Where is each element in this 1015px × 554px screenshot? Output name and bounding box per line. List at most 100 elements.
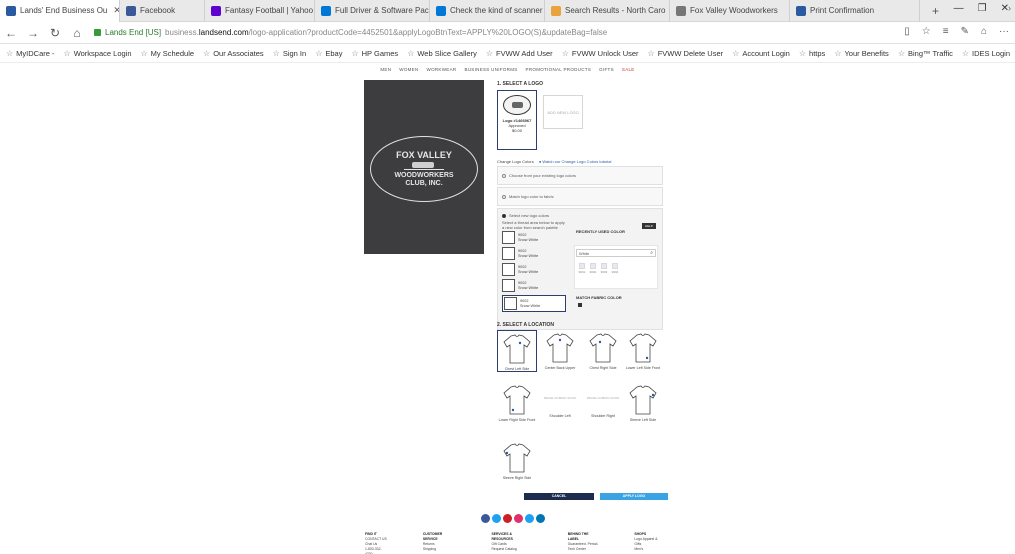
footer-heading: BEHIND THE LABEL (567, 532, 589, 541)
social-icon[interactable] (525, 514, 534, 523)
more-icon[interactable]: ··· (999, 26, 1009, 37)
site-nav-item[interactable]: GIFTS (599, 67, 614, 72)
social-icon[interactable] (536, 514, 545, 523)
star-icon: ☆ (485, 48, 493, 58)
back-icon[interactable]: ← (0, 26, 22, 40)
browser-tab[interactable]: Print Confirmation (790, 0, 920, 22)
star-icon: ☆ (647, 48, 655, 58)
new-tab-button[interactable]: + (920, 4, 951, 18)
tab-bar: Lands' End Business Ou ✕ Facebook Fantasy F… (0, 0, 1015, 22)
favorite-link[interactable]: ☆ IDES Login (962, 49, 1010, 58)
option-match-fabric[interactable]: Match logo color to fabric (497, 187, 663, 206)
site-nav-item[interactable]: WOMEN (399, 67, 418, 72)
color-chip[interactable]: 9004 (611, 263, 619, 274)
thread-swatch[interactable]: 9002 Snow White (502, 231, 566, 244)
radio-icon[interactable] (502, 194, 506, 199)
favorite-link[interactable]: ☆ Bing™ Traffic (898, 49, 953, 58)
cancel-button[interactable]: CANCEL (524, 493, 594, 500)
thread-swatch[interactable]: 9002 Snow White (502, 263, 566, 276)
color-search-input[interactable]: White ⌕ (576, 249, 656, 257)
option-existing-colors[interactable]: Choose from your existing logo colors (497, 166, 663, 185)
footer-link[interactable]: Tech Center (568, 547, 601, 552)
chevron-right-icon[interactable]: › (1008, 3, 1011, 13)
match-fabric-checkbox[interactable] (578, 303, 582, 307)
browser-tab[interactable]: Check the kind of scanner c (430, 0, 545, 22)
favorite-link[interactable]: ☆ FVWW Add User (486, 49, 553, 58)
footer-link[interactable]: Shipping (423, 547, 458, 552)
browser-tab[interactable]: Fox Valley Woodworkers (670, 0, 790, 22)
hub-icon[interactable]: ≡ (943, 26, 949, 37)
site-nav-item[interactable]: SALE (622, 67, 635, 72)
favorite-link[interactable]: ☆ https (799, 49, 825, 58)
location-option[interactable]: Sleeve Right Side (497, 440, 537, 480)
social-icon[interactable] (503, 514, 512, 523)
thread-swatch[interactable]: 9002 Snow White (502, 279, 566, 292)
logo-options-panel: 1. SELECT A LOGO Logo #1466967 Approved … (497, 80, 663, 330)
add-logo-tile[interactable]: ADD NEW LOGO (543, 95, 583, 129)
location-option[interactable]: Lower Right Side Front (497, 382, 537, 422)
location-option[interactable]: Lower Left Side Front (623, 330, 663, 370)
notes-icon[interactable]: ✎ (961, 26, 969, 37)
apply-logo-button[interactable]: APPLY LOGO (600, 493, 668, 500)
location-label: Sleeve Right Side (502, 476, 532, 480)
favorite-link[interactable]: ☆ HP Games (351, 49, 398, 58)
favorite-link[interactable]: ☆ FVWW Unlock User (562, 49, 639, 58)
site-nav-item[interactable]: MEN (380, 67, 391, 72)
color-chip[interactable]: 9001 (578, 263, 586, 274)
tutorial-link[interactable]: ● Watch our Change Logo Colors tutorial (539, 159, 612, 164)
site-nav-item[interactable]: BUSINESS UNIFORMS (464, 67, 517, 72)
radio-icon[interactable] (502, 173, 506, 178)
favorite-link[interactable]: ☆ MyIDCare - (6, 49, 55, 58)
social-icon[interactable] (492, 514, 501, 523)
favorite-link[interactable]: ☆ Ebay (315, 49, 342, 58)
minimize-icon[interactable]: — (954, 3, 964, 14)
browser-tab[interactable]: Full Driver & Software Packa (315, 0, 430, 22)
star-icon: ☆ (561, 48, 569, 58)
location-option[interactable]: Chest Left Side (497, 330, 537, 372)
browser-tab[interactable]: Facebook (120, 0, 205, 22)
social-icon[interactable] (481, 514, 490, 523)
browser-tab[interactable]: Search Results - North Caro (545, 0, 670, 22)
footer-link[interactable]: 1-800-332-4700 (365, 547, 389, 554)
favorite-link[interactable]: ☆ Workspace Login (64, 49, 132, 58)
star-icon: ☆ (63, 48, 71, 58)
favorite-link[interactable]: ☆ FVWW Delete User (648, 49, 724, 58)
footer-link[interactable]: Logo Apparel & Gifts (634, 537, 665, 547)
footer-link[interactable]: Request Catalog (491, 547, 533, 552)
favorite-link[interactable]: ☆ Sign In (273, 49, 307, 58)
restore-icon[interactable]: ❐ (978, 3, 987, 14)
help-button[interactable]: HELP (642, 223, 656, 229)
chip-swatch (612, 263, 618, 269)
search-icon[interactable]: ⌕ (650, 250, 653, 257)
share-icon[interactable]: ⌂ (981, 26, 987, 37)
thread-swatch[interactable]: 9002 Snow White (502, 295, 566, 312)
color-chip[interactable]: 9003 (600, 263, 608, 274)
favorite-link[interactable]: ☆ Your Benefits (834, 49, 889, 58)
url-field[interactable]: Lands End [US] business.landsend.com/log… (94, 28, 607, 37)
favorite-link[interactable]: ☆ Account Login (732, 49, 790, 58)
swatch-box (502, 247, 515, 260)
reading-view-icon[interactable]: ▯ (904, 26, 910, 37)
thread-swatch[interactable]: 9002 Snow White (502, 247, 566, 260)
radio-selected-icon[interactable] (502, 213, 506, 218)
location-option[interactable]: Chest Right Side (583, 330, 623, 370)
browser-tab[interactable]: Fantasy Football | Yahoo Sp (205, 0, 315, 22)
favorite-link[interactable]: ☆ My Schedule (141, 49, 195, 58)
location-option[interactable]: Center Back Upper (540, 330, 580, 370)
refresh-icon[interactable]: ↻ (44, 26, 66, 40)
footer-link[interactable]: Men's (634, 547, 665, 552)
home-icon[interactable]: ⌂ (66, 26, 88, 40)
close-tab-icon[interactable]: ✕ (113, 5, 119, 16)
logo-tile-selected[interactable]: Logo #1466967 Approved $0.00 (497, 90, 537, 150)
location-option[interactable]: Sleeve Left Side (623, 382, 663, 422)
color-chip[interactable]: 9002 (589, 263, 597, 274)
social-icon[interactable] (514, 514, 523, 523)
site-nav-item[interactable]: WORKWEAR (427, 67, 457, 72)
favorite-link[interactable]: ☆ Our Associates (203, 49, 264, 58)
browser-tab[interactable]: Lands' End Business Ou ✕ (0, 0, 120, 22)
forward-icon[interactable]: → (22, 26, 44, 40)
favorite-link[interactable]: ☆ Web Slice Gallery (407, 49, 477, 58)
favorite-star-icon[interactable]: ☆ (922, 26, 931, 37)
footer-heading: SERVICES & RESOURCES (491, 532, 513, 541)
site-nav-item[interactable]: PROMOTIONAL PRODUCTS (526, 67, 592, 72)
